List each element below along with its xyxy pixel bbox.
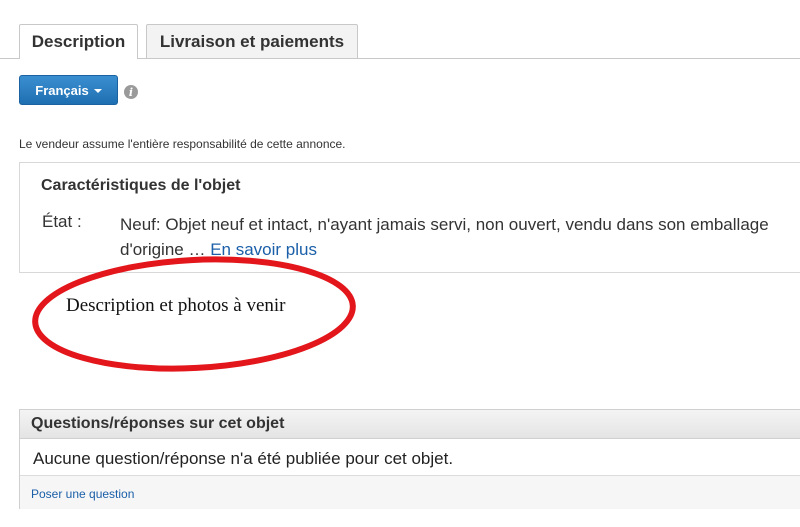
- qa-header: Questions/réponses sur cet objet: [20, 410, 800, 439]
- ask-question-link[interactable]: Poser une question: [31, 487, 134, 501]
- qa-empty-message: Aucune question/réponse n'a été publiée …: [33, 449, 454, 468]
- tab-livraison-paiements[interactable]: Livraison et paiements: [146, 24, 358, 58]
- seller-disclaimer: Le vendeur assume l'entière responsabili…: [19, 137, 346, 151]
- info-icon[interactable]: i: [124, 85, 138, 99]
- item-specifics-title: Caractéristiques de l'objet: [41, 177, 241, 194]
- description-text: Description et photos à venir: [66, 295, 286, 316]
- language-label: Français: [35, 82, 89, 98]
- language-dropdown-button[interactable]: Français: [19, 75, 118, 105]
- caret-down-icon: [93, 89, 102, 93]
- qa-footer: Poser une question: [20, 475, 800, 509]
- tab-description[interactable]: Description: [19, 24, 138, 59]
- condition-label: État :: [42, 212, 82, 231]
- qa-panel: Questions/réponses sur cet objet Aucune …: [19, 409, 800, 509]
